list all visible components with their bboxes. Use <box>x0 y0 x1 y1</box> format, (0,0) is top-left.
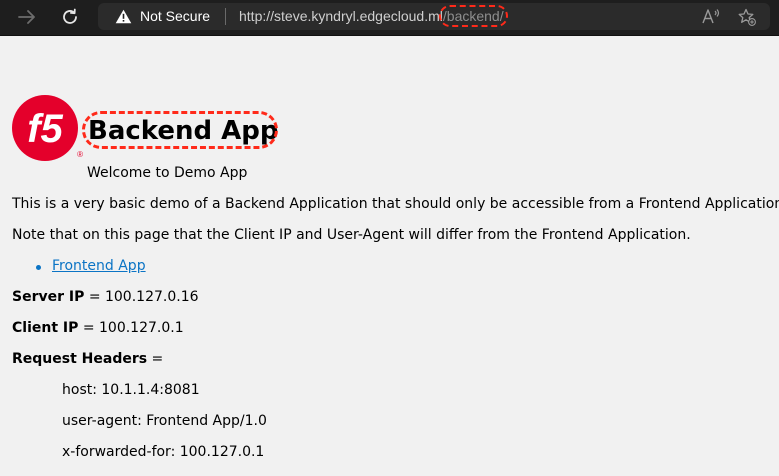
header-x-forwarded-for: x-forwarded-for: 100.127.0.1 <box>62 444 265 460</box>
read-aloud-button[interactable] <box>702 9 720 28</box>
frontend-app-link[interactable]: Frontend App <box>52 258 146 274</box>
server-ip-row: Server IP = 100.127.0.16 <box>12 289 199 305</box>
refresh-icon <box>63 8 77 24</box>
f5-logo: f5 ® <box>12 95 83 161</box>
header-host: host: 10.1.1.4:8081 <box>62 382 200 398</box>
address-divider <box>225 8 226 25</box>
registered-mark: ® <box>77 150 83 159</box>
forward-button[interactable] <box>15 6 39 28</box>
header-user-agent: user-agent: Frontend App/1.0 <box>62 413 267 429</box>
url-path: /backend/ <box>438 5 508 27</box>
description-text: This is a very basic demo of a Backend A… <box>12 196 779 212</box>
browser-toolbar: Not Secure http://steve.kyndryl.edgeclou… <box>0 0 779 36</box>
title-highlight-annotation <box>82 111 278 149</box>
star-add-icon <box>738 8 756 26</box>
url-text[interactable]: http://steve.kyndryl.edgecloud.ml/backen… <box>239 5 508 27</box>
server-ip-label: Server IP <box>12 289 85 305</box>
request-headers-equals: = <box>151 351 164 367</box>
client-ip-row: Client IP = 100.127.0.1 <box>12 320 184 336</box>
note-text: Note that on this page that the Client I… <box>12 227 691 243</box>
request-headers-row: Request Headers = <box>12 351 163 367</box>
warning-icon[interactable] <box>115 9 132 28</box>
read-aloud-icon <box>702 9 720 24</box>
security-status-label[interactable]: Not Secure <box>140 8 210 24</box>
arrow-right-icon <box>18 10 35 24</box>
client-ip-value: = 100.127.0.1 <box>82 320 184 336</box>
request-headers-label: Request Headers <box>12 351 148 367</box>
welcome-text: Welcome to Demo App <box>87 165 248 181</box>
logo-text: f5 <box>27 107 63 151</box>
refresh-button[interactable] <box>58 6 82 28</box>
server-ip-value: = 100.127.0.16 <box>88 289 199 305</box>
url-highlight-annotation <box>438 5 508 27</box>
url-base: http://steve.kyndryl.edgecloud.ml <box>239 8 443 24</box>
address-bar[interactable]: Not Secure http://steve.kyndryl.edgeclou… <box>98 3 770 30</box>
page-content: f5 ® Backend App Welcome to Demo App Thi… <box>0 36 779 476</box>
list-bullet <box>36 265 41 270</box>
client-ip-label: Client IP <box>12 320 79 336</box>
add-favorite-button[interactable] <box>738 8 756 30</box>
